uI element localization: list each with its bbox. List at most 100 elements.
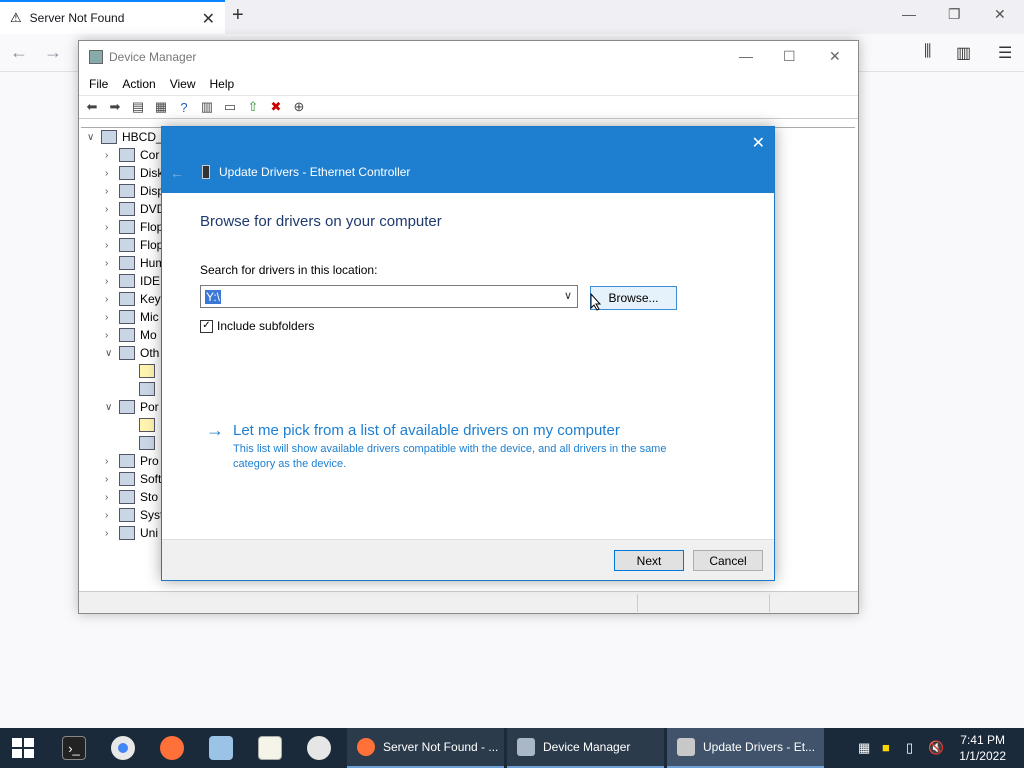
- tree-item[interactable]: › Disk: [105, 164, 163, 182]
- back-arrow-icon[interactable]: ←: [170, 165, 184, 181]
- chevron-right-icon[interactable]: ›: [105, 168, 119, 179]
- tree-item[interactable]: › Uni: [105, 524, 158, 542]
- restore-icon[interactable]: ❐: [948, 6, 961, 23]
- menu-file[interactable]: File: [89, 77, 108, 91]
- paint-icon[interactable]: [307, 736, 331, 760]
- chevron-right-icon[interactable]: ›: [105, 492, 119, 503]
- tree-item[interactable]: ∨ Oth: [105, 344, 159, 362]
- chrome-icon[interactable]: [111, 736, 135, 760]
- menu-view[interactable]: View: [170, 77, 196, 91]
- chevron-right-icon[interactable]: ›: [105, 294, 119, 305]
- chevron-right-icon[interactable]: ›: [105, 528, 119, 539]
- menu-action[interactable]: Action: [122, 77, 155, 91]
- chevron-right-icon[interactable]: ›: [105, 330, 119, 341]
- forward-icon[interactable]: →: [44, 42, 62, 63]
- chevron-right-icon[interactable]: ›: [105, 258, 119, 269]
- unknown-device-icon: [139, 382, 155, 396]
- driver-path-combobox[interactable]: Y:\ ∨: [200, 285, 578, 308]
- minimize-icon[interactable]: —: [902, 6, 916, 22]
- color-icon[interactable]: ■: [882, 740, 890, 755]
- tree-item[interactable]: › Soft: [105, 470, 161, 488]
- chevron-right-icon[interactable]: ›: [105, 456, 119, 467]
- next-button[interactable]: Next: [614, 550, 684, 571]
- include-subfolders-option[interactable]: ✓ Include subfolders: [200, 319, 314, 333]
- tree-item[interactable]: › Mo: [105, 326, 157, 344]
- minimize-icon[interactable]: —: [739, 48, 753, 64]
- close-icon[interactable]: ✕: [829, 48, 841, 65]
- update-driver-icon[interactable]: ⇧: [244, 99, 262, 115]
- tree-item[interactable]: › Pro: [105, 452, 159, 470]
- help-icon[interactable]: ?: [175, 99, 193, 115]
- chevron-down-icon[interactable]: ∨: [564, 289, 572, 302]
- browse-button[interactable]: Browse...: [590, 286, 677, 310]
- task-device-manager[interactable]: Device Manager: [507, 728, 664, 768]
- tree-item[interactable]: › Mic: [105, 308, 159, 326]
- notepad-icon[interactable]: [209, 736, 233, 760]
- sidebar-icon[interactable]: ▥: [956, 43, 971, 63]
- chevron-down-icon[interactable]: ∨: [105, 402, 119, 413]
- chevron-right-icon[interactable]: ›: [105, 510, 119, 521]
- arrow-right-icon[interactable]: →: [206, 420, 224, 441]
- back-icon[interactable]: ⬅: [83, 99, 101, 115]
- close-icon[interactable]: ✕: [994, 6, 1006, 23]
- driver-path-value[interactable]: Y:\: [205, 289, 222, 304]
- battery-icon[interactable]: ▯: [906, 740, 913, 756]
- close-tab-icon[interactable]: ✕: [202, 9, 215, 29]
- chevron-right-icon[interactable]: ›: [105, 204, 119, 215]
- uninstall-icon[interactable]: ✖: [267, 99, 285, 115]
- include-subfolders-checkbox[interactable]: ✓: [200, 319, 213, 333]
- terminal-icon[interactable]: ›_: [62, 736, 86, 760]
- view-icon[interactable]: ▦: [152, 99, 170, 115]
- chevron-right-icon[interactable]: ›: [105, 474, 119, 485]
- tree-item[interactable]: [139, 434, 160, 452]
- properties-icon[interactable]: ▤: [129, 99, 147, 115]
- chevron-right-icon[interactable]: ›: [105, 312, 119, 323]
- new-tab-button[interactable]: +: [232, 4, 244, 27]
- tree-item[interactable]: › Key: [105, 290, 161, 308]
- tree-item[interactable]: › Hum: [105, 254, 165, 272]
- system-clock[interactable]: 7:41 PM 1/1/2022: [959, 732, 1006, 764]
- list-icon[interactable]: ▥: [198, 99, 216, 115]
- tree-item[interactable]: › Cor: [105, 146, 159, 164]
- tree-item[interactable]: › Flop: [105, 236, 163, 254]
- chevron-right-icon[interactable]: ›: [105, 150, 119, 161]
- volume-muted-icon[interactable]: 🔇: [928, 740, 944, 756]
- menu-icon[interactable]: ☰: [998, 43, 1012, 63]
- chevron-right-icon[interactable]: ›: [105, 222, 119, 233]
- tree-item[interactable]: [139, 362, 160, 380]
- chevron-down-icon[interactable]: ∨: [87, 132, 101, 143]
- tree-item[interactable]: › Flop: [105, 218, 163, 236]
- tree-root[interactable]: ∨ HBCD_: [87, 128, 163, 146]
- back-icon[interactable]: ←: [10, 42, 28, 63]
- close-icon[interactable]: ✕: [752, 133, 765, 153]
- chevron-down-icon[interactable]: ∨: [105, 348, 119, 359]
- scan-icon[interactable]: ▭: [221, 99, 239, 115]
- task-firefox[interactable]: Server Not Found - ...: [347, 728, 504, 768]
- tree-item[interactable]: › IDE: [105, 272, 160, 290]
- tree-item[interactable]: [139, 380, 160, 398]
- forward-icon[interactable]: ➡: [106, 99, 124, 115]
- chevron-right-icon[interactable]: ›: [105, 276, 119, 287]
- tree-item[interactable]: › Disp: [105, 182, 164, 200]
- library-icon[interactable]: ⫼: [924, 43, 931, 61]
- network-icon[interactable]: ▦: [858, 740, 870, 756]
- maximize-icon[interactable]: ☐: [783, 48, 796, 65]
- tree-item[interactable]: › Syst: [105, 506, 163, 524]
- browser-tab[interactable]: ⚠ Server Not Found ✕: [0, 0, 225, 34]
- cancel-button[interactable]: Cancel: [693, 550, 763, 571]
- task-update-drivers[interactable]: Update Drivers - Et...: [667, 728, 824, 768]
- tree-item[interactable]: [139, 416, 160, 434]
- chevron-right-icon[interactable]: ›: [105, 186, 119, 197]
- download-icon[interactable]: ⊕: [290, 99, 308, 115]
- tree-item[interactable]: › DVD: [105, 200, 165, 218]
- pick-from-list-link[interactable]: Let me pick from a list of available dri…: [233, 422, 620, 439]
- start-button[interactable]: [12, 738, 34, 758]
- status-separator: [637, 594, 638, 612]
- search-location-label: Search for drivers in this location:: [200, 263, 378, 277]
- task-list-icon[interactable]: [258, 736, 282, 760]
- chevron-right-icon[interactable]: ›: [105, 240, 119, 251]
- menu-help[interactable]: Help: [210, 77, 235, 91]
- firefox-icon[interactable]: [160, 736, 184, 760]
- tree-item[interactable]: ∨ Por: [105, 398, 159, 416]
- tree-item[interactable]: › Sto: [105, 488, 158, 506]
